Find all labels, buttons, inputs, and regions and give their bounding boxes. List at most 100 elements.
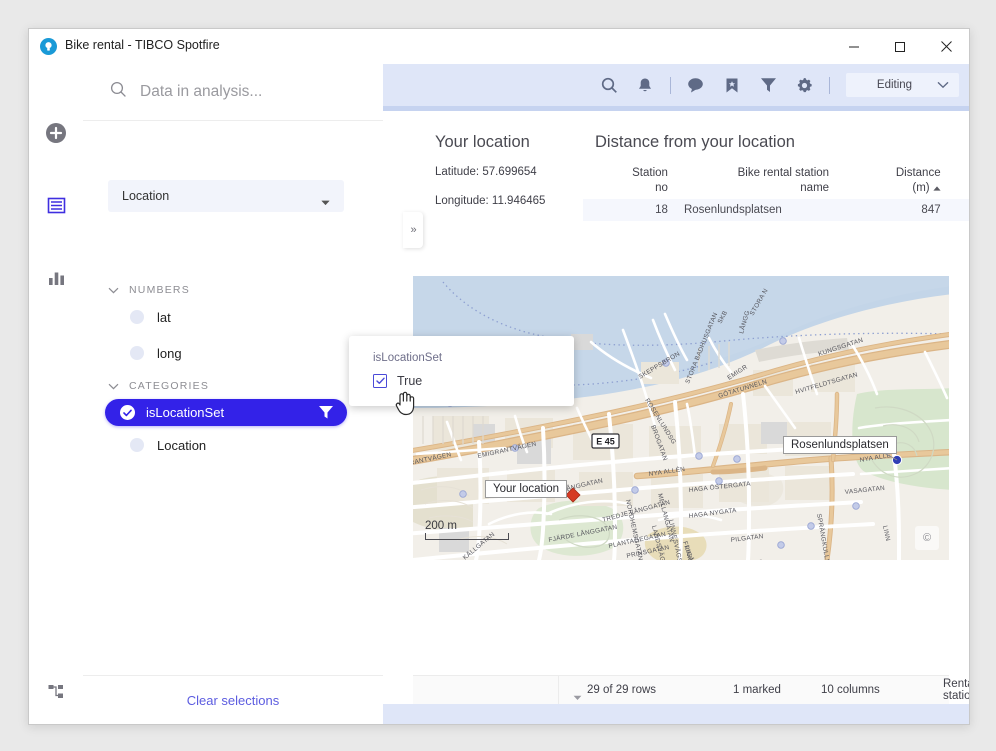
status-rows: 29 of 29 rows	[587, 684, 657, 696]
your-location-latitude: Latitude: 57.699654	[435, 166, 537, 178]
numeric-field-icon	[130, 310, 144, 324]
status-marked: 1 marked	[733, 684, 781, 696]
map-scale-label: 200 m	[425, 520, 457, 532]
bookmark-icon[interactable]	[714, 64, 750, 106]
group-header-categories[interactable]: CATEGORIES	[108, 377, 209, 395]
mode-select[interactable]: Editing	[846, 73, 959, 97]
search-icon[interactable]	[591, 64, 627, 106]
distance-card-title: Distance from your location	[595, 133, 795, 151]
filter-popup: isLocationSet True	[349, 336, 574, 416]
field-label: lat	[157, 309, 171, 325]
expand-panel-button[interactable]: »	[403, 212, 423, 248]
field-label: isLocationSet	[146, 405, 225, 420]
col-line1: Bike rental station	[737, 167, 830, 179]
spotfire-logo-icon	[40, 38, 57, 55]
column-header-station-name[interactable]: Bike rental station name	[676, 164, 837, 199]
status-columns: 10 columns	[821, 684, 880, 696]
status-bar-left-pane	[413, 676, 559, 704]
highway-shield: E 45	[591, 433, 620, 449]
your-location-longitude: Longitude: 11.946465	[435, 195, 546, 207]
field-label: long	[157, 345, 182, 361]
left-icon-rail	[29, 64, 84, 724]
distance-card: Distance from your location Station no B…	[573, 113, 969, 274]
clear-selections-label: Clear selections	[186, 692, 280, 708]
col-line2: (m)	[912, 182, 930, 194]
table-select[interactable]: Location	[108, 180, 344, 212]
bottom-strip	[383, 704, 969, 724]
chevron-down-icon	[108, 281, 119, 299]
col-line1: Station	[632, 167, 668, 179]
map-label-station: Rosenlundsplatsen	[783, 436, 897, 454]
field-label: Location	[157, 437, 207, 453]
cell-station-no: 18	[583, 199, 676, 221]
column-header-distance[interactable]: Distance (m)	[837, 164, 949, 199]
data-panel: Data in analysis... Location NUMBERS lat	[83, 64, 383, 724]
chevron-down-icon	[321, 193, 330, 211]
gear-icon[interactable]	[786, 64, 822, 106]
chevron-down-icon	[108, 377, 119, 395]
field-islocationset[interactable]: isLocationSet	[105, 399, 347, 426]
filter-popup-option[interactable]: True	[373, 374, 422, 388]
cell-distance: 847	[837, 199, 949, 221]
field-location[interactable]: Location	[108, 432, 344, 458]
mode-select-value: Editing	[876, 79, 913, 91]
group-label: NUMBERS	[129, 284, 190, 296]
filter-icon[interactable]	[750, 64, 786, 106]
field-lat[interactable]: lat	[108, 304, 344, 330]
table-row[interactable]: 18 Rosenlundsplatsen 847 57.70 11.96	[583, 199, 969, 221]
search-bar[interactable]: Data in analysis...	[83, 64, 383, 121]
desktop-background: Bike rental - TIBCO Spotfire Data in ana…	[0, 0, 996, 751]
column-header-latitude[interactable]: Latitude	[949, 164, 969, 199]
status-table-name: Rental stations	[943, 678, 970, 702]
check-icon	[120, 405, 135, 420]
top-toolbar: Editing	[383, 64, 969, 106]
svg-text:E 45: E 45	[596, 437, 615, 447]
toolbar-underline	[383, 106, 969, 111]
map-attribution-icon[interactable]: ©	[915, 526, 939, 550]
map-label-your-location: Your location	[485, 480, 568, 498]
window-title: Bike rental - TIBCO Spotfire	[65, 38, 220, 52]
map-scale-line	[425, 533, 509, 540]
your-location-card: Your location Latitude: 57.699654 Longit…	[413, 113, 574, 274]
expand-panel-glyph: »	[410, 224, 416, 236]
your-location-title: Your location	[435, 133, 530, 151]
data-flow-icon[interactable]	[29, 674, 83, 708]
column-header-station-no[interactable]: Station no	[583, 164, 676, 199]
window-controls	[831, 29, 969, 64]
col-line2: name	[800, 182, 830, 194]
cell-station-name: Rosenlundsplatsen	[675, 199, 838, 221]
table-header: Station no Bike rental station name Dist…	[583, 164, 969, 199]
charts-icon[interactable]	[29, 260, 83, 294]
status-bar-items: 29 of 29 rows 1 marked 10 columns Rental…	[563, 676, 969, 704]
minimize-icon[interactable]	[831, 29, 877, 64]
sort-asc-icon	[933, 181, 941, 196]
application-window: Bike rental - TIBCO Spotfire Data in ana…	[28, 28, 970, 725]
title-bar: Bike rental - TIBCO Spotfire	[29, 29, 969, 64]
category-field-icon	[130, 438, 144, 452]
table-header-row: Station no Bike rental station name Dist…	[583, 164, 969, 199]
map-visualization[interactable]: .rd{stroke:#ffffff;stroke-linecap:round;…	[413, 276, 949, 560]
group-label: CATEGORIES	[129, 380, 210, 392]
filter-option-label: True	[397, 374, 423, 388]
group-header-numbers[interactable]: NUMBERS	[108, 281, 190, 299]
bell-icon[interactable]	[627, 64, 663, 106]
maximize-icon[interactable]	[877, 29, 923, 64]
close-icon[interactable]	[923, 29, 969, 64]
field-long[interactable]: long	[108, 340, 344, 366]
chevron-down-icon	[937, 76, 949, 94]
filter-icon[interactable]	[318, 405, 334, 425]
clear-selections-button[interactable]: Clear selections	[83, 675, 383, 724]
search-icon	[110, 81, 127, 103]
checkbox-icon[interactable]	[373, 374, 387, 388]
toolbar-separator	[670, 76, 671, 94]
add-icon[interactable]	[29, 116, 83, 150]
status-bar: 29 of 29 rows 1 marked 10 columns Rental…	[413, 675, 969, 704]
distance-table: Station no Bike rental station name Dist…	[583, 164, 969, 221]
table-body: 18 Rosenlundsplatsen 847 57.70 11.96	[583, 199, 969, 221]
search-input-placeholder[interactable]: Data in analysis...	[140, 83, 262, 101]
map-scale-bar: 200 m	[425, 520, 509, 540]
comment-icon[interactable]	[678, 64, 714, 106]
pages-icon[interactable]	[29, 188, 83, 222]
filter-popup-title: isLocationSet	[373, 352, 443, 364]
toolbar-icon-group: Editing	[591, 64, 959, 106]
